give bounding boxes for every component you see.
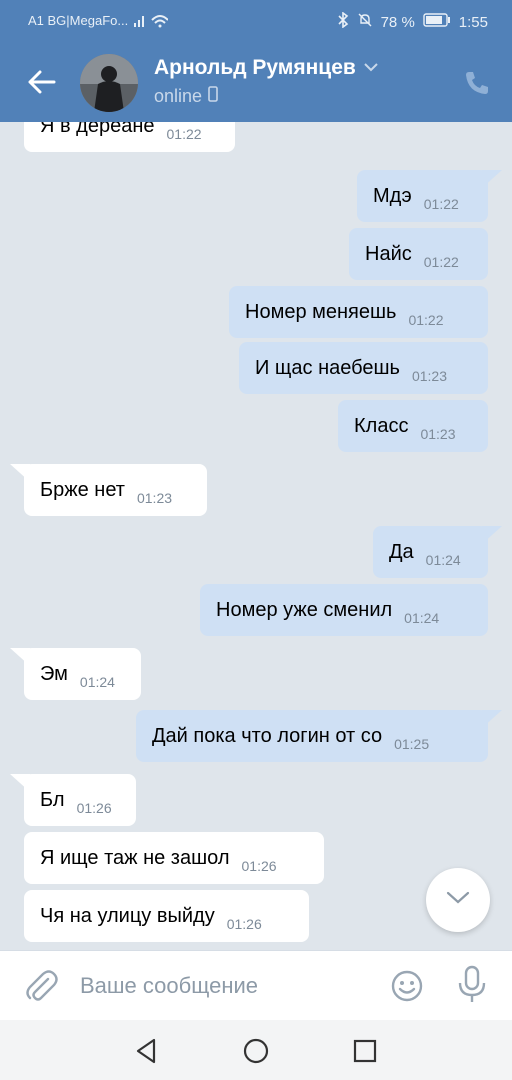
- battery-icon: [423, 13, 451, 31]
- contact-name[interactable]: Арнольд Румянцев: [154, 56, 356, 80]
- nav-recents-icon[interactable]: [350, 1036, 380, 1066]
- message-text: Эм: [40, 662, 68, 685]
- message-bubble[interactable]: Номер меняешь 01:22: [229, 286, 488, 338]
- back-arrow-icon[interactable]: [22, 62, 62, 102]
- scroll-down-button[interactable]: [426, 868, 490, 932]
- message-input[interactable]: Ваше сообщение: [80, 973, 258, 999]
- message-text: Дай пока что логин от со: [152, 724, 383, 747]
- message-time: 01:23: [420, 426, 456, 442]
- presence-status: online: [154, 86, 218, 107]
- system-nav-bar: [0, 1020, 512, 1080]
- message-bubble[interactable]: Я ище таж не зашол 01:26: [24, 832, 324, 884]
- message-time: 01:24: [404, 610, 440, 626]
- chevron-down-icon: [446, 891, 470, 910]
- message-bubble[interactable]: Класс 01:23: [338, 400, 488, 452]
- message-time: 01:22: [166, 126, 202, 142]
- message-text: Номер меняешь: [245, 300, 397, 323]
- mobile-icon: [208, 86, 218, 107]
- message-time: 01:25: [394, 736, 430, 752]
- bubble-tail: [482, 710, 502, 728]
- message-time: 01:23: [411, 368, 447, 384]
- message-text: Я ище таж не зашол: [40, 846, 230, 869]
- message-time: 01:26: [241, 858, 277, 874]
- microphone-icon[interactable]: [456, 965, 488, 1005]
- clock-label: 1:55: [458, 13, 488, 31]
- message-bubble[interactable]: Я в дереане 01:22: [24, 122, 235, 152]
- chevron-down-icon[interactable]: [364, 59, 378, 77]
- bubble-tail: [482, 526, 502, 544]
- message-time: 01:23: [136, 490, 173, 506]
- message-bubble[interactable]: Найс 01:22: [349, 228, 488, 280]
- message-text: Мдэ: [373, 184, 412, 207]
- bubble-tail: [10, 774, 30, 792]
- message-bubble[interactable]: Бл 01:26: [24, 774, 136, 826]
- message-time: 01:22: [423, 196, 459, 212]
- message-text: Да: [389, 540, 414, 563]
- message-text: Найс: [365, 242, 412, 265]
- top-bar: A1 BG|MegaFo... 78 % 1:55 Арнольд Румянц…: [0, 0, 512, 122]
- message-bubble[interactable]: Эм 01:24: [24, 648, 141, 700]
- message-text: Номер уже сменил: [216, 598, 393, 621]
- message-text: И щас наебешь: [255, 356, 400, 379]
- message-bubble[interactable]: Брже нет 01:23: [24, 464, 207, 516]
- bubble-tail: [10, 648, 30, 666]
- message-time: 01:24: [425, 552, 461, 568]
- message-composer: Ваше сообщение: [0, 950, 512, 1020]
- message-text: Я в дереане: [40, 122, 155, 137]
- message-time: 01:24: [79, 674, 115, 690]
- message-bubble[interactable]: Чя на улицу выйду 01:26: [24, 890, 309, 942]
- bluetooth-icon: [337, 11, 349, 32]
- signal-icon: [134, 12, 169, 31]
- carrier-label: A1 BG|MegaFo...: [28, 13, 129, 28]
- presence-label: online: [154, 86, 203, 106]
- message-time: 01:22: [408, 312, 444, 328]
- message-time: 01:26: [226, 916, 262, 932]
- phone-icon[interactable]: [462, 68, 492, 98]
- message-time: 01:22: [423, 254, 459, 270]
- nav-back-icon[interactable]: [132, 1036, 162, 1066]
- status-right: 78 % 1:55: [337, 11, 488, 32]
- mute-icon: [357, 12, 373, 32]
- message-list[interactable]: Я в дереане 01:22 Мдэ 01:22 Найс 01:22 Н…: [0, 122, 512, 950]
- message-bubble[interactable]: Дай пока что логин от со 01:25: [136, 710, 488, 762]
- message-text: Бл: [40, 788, 65, 811]
- message-text: Класс: [354, 414, 409, 437]
- bubble-tail: [10, 464, 30, 482]
- message-time: 01:26: [76, 800, 112, 816]
- battery-label: 78 %: [380, 13, 415, 31]
- contact-name-row[interactable]: Арнольд Румянцев: [154, 56, 378, 80]
- message-bubble[interactable]: Номер уже сменил 01:24: [200, 584, 488, 636]
- chat-header: Арнольд Румянцев online: [0, 42, 512, 122]
- paperclip-icon[interactable]: [22, 967, 60, 1005]
- nav-home-icon[interactable]: [241, 1036, 271, 1066]
- avatar[interactable]: [80, 54, 138, 112]
- message-bubble[interactable]: Да 01:24: [373, 526, 488, 578]
- message-bubble[interactable]: И щас наебешь 01:23: [239, 342, 488, 394]
- message-text: Брже нет: [40, 478, 125, 501]
- message-text: Чя на улицу выйду: [40, 904, 215, 927]
- message-bubble[interactable]: Мдэ 01:22: [357, 170, 488, 222]
- status-bar: A1 BG|MegaFo... 78 % 1:55: [0, 0, 512, 42]
- smiley-icon[interactable]: [390, 969, 424, 1003]
- bubble-tail: [482, 170, 502, 188]
